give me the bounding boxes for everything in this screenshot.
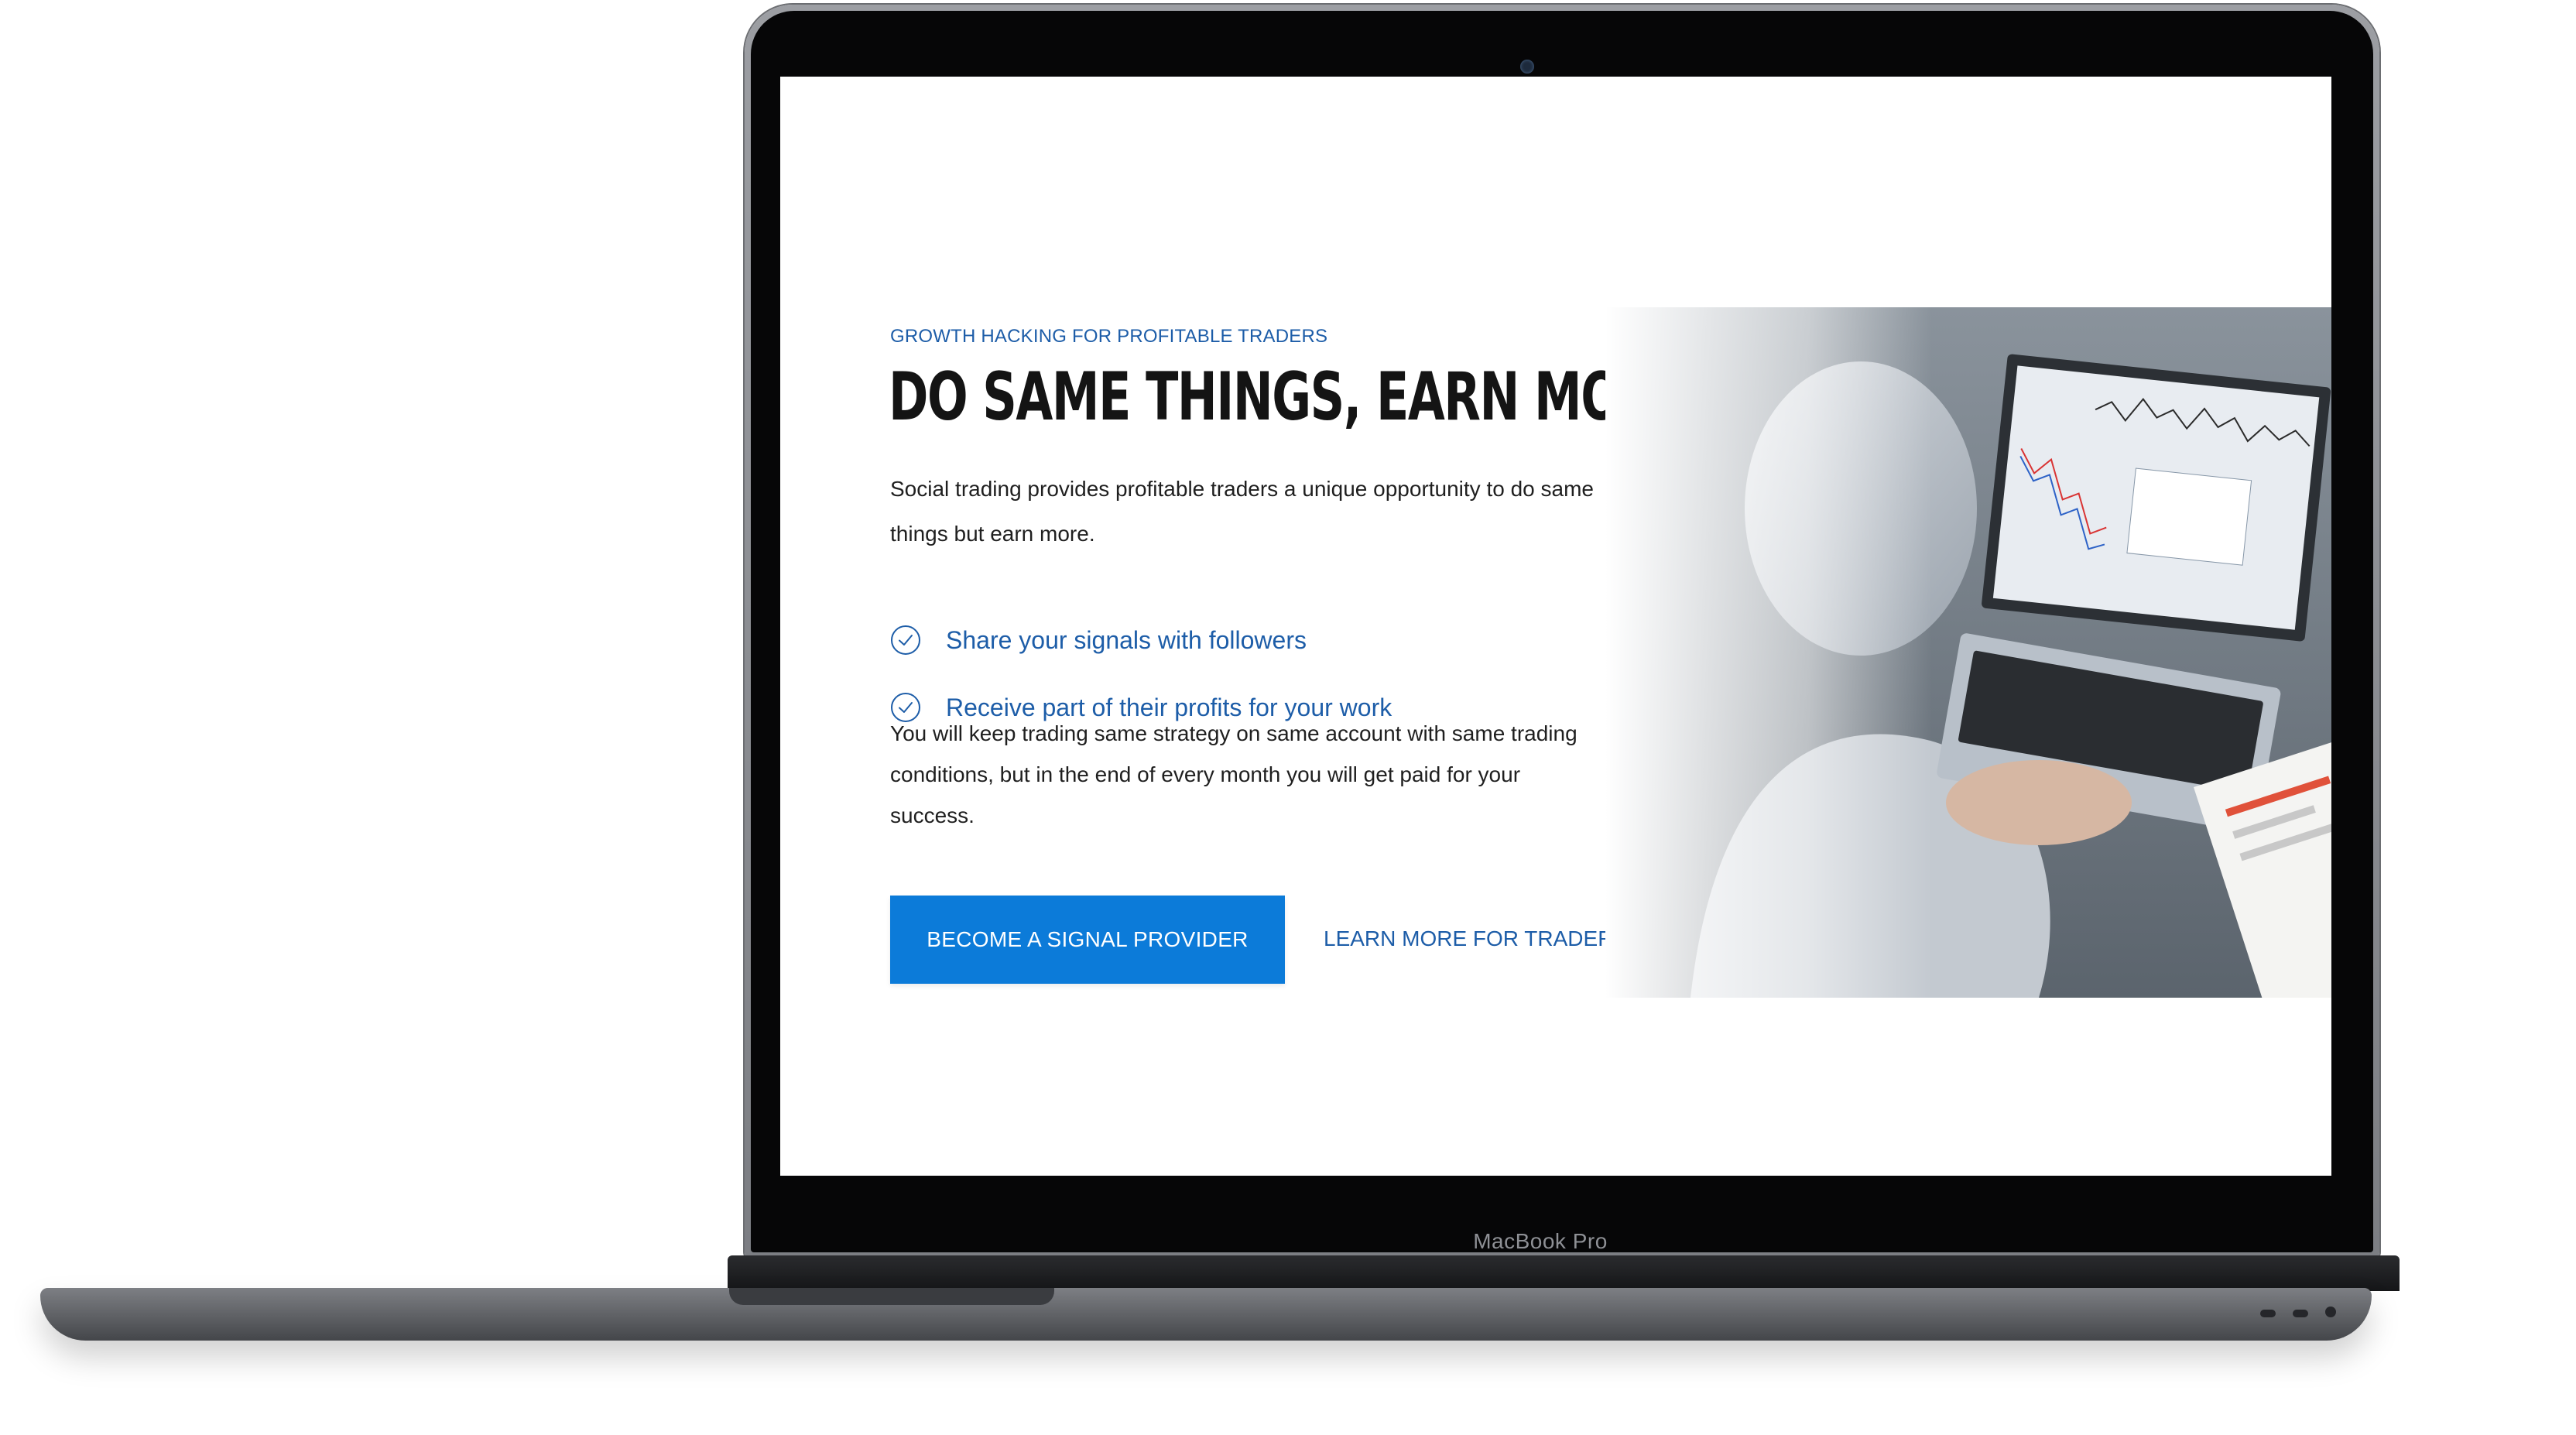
usb-c-port-icon — [2293, 1310, 2308, 1317]
web-page: GROWTH HACKING FOR PROFITABLE TRADERS DO… — [780, 77, 2331, 1176]
trader-with-laptop-illustration — [1605, 307, 2331, 998]
become-signal-provider-button[interactable]: BECOME A SIGNAL PROVIDER — [890, 896, 1285, 984]
benefit-label: Share your signals with followers — [946, 625, 1307, 654]
body-paragraph: You will keep trading same strategy on s… — [890, 721, 1577, 827]
laptop-hinge — [728, 1255, 2400, 1291]
page-headline: DO SAME THINGS, EARN MORE — [889, 358, 1689, 436]
laptop-mockup: GROWTH HACKING FOR PROFITABLE TRADERS DO… — [0, 0, 2576, 1435]
laptop-base — [40, 1288, 2372, 1341]
webcam-icon — [1520, 60, 1534, 74]
benefit-item: Share your signals with followers — [890, 625, 1307, 656]
learn-more-for-traders-link[interactable]: LEARN MORE FOR TRADERS — [1324, 926, 1628, 951]
usb-c-port-icon — [2260, 1310, 2276, 1317]
intro-paragraph: Social trading provides profitable trade… — [890, 477, 1594, 546]
check-circle-icon — [891, 625, 920, 655]
device-label: MacBook Pro — [1473, 1229, 1608, 1253]
headphone-jack-icon — [2325, 1307, 2336, 1317]
hero-photo — [1605, 307, 2331, 998]
section-eyebrow: GROWTH HACKING FOR PROFITABLE TRADERS — [890, 326, 1328, 347]
trackpad-notch — [729, 1288, 1054, 1305]
